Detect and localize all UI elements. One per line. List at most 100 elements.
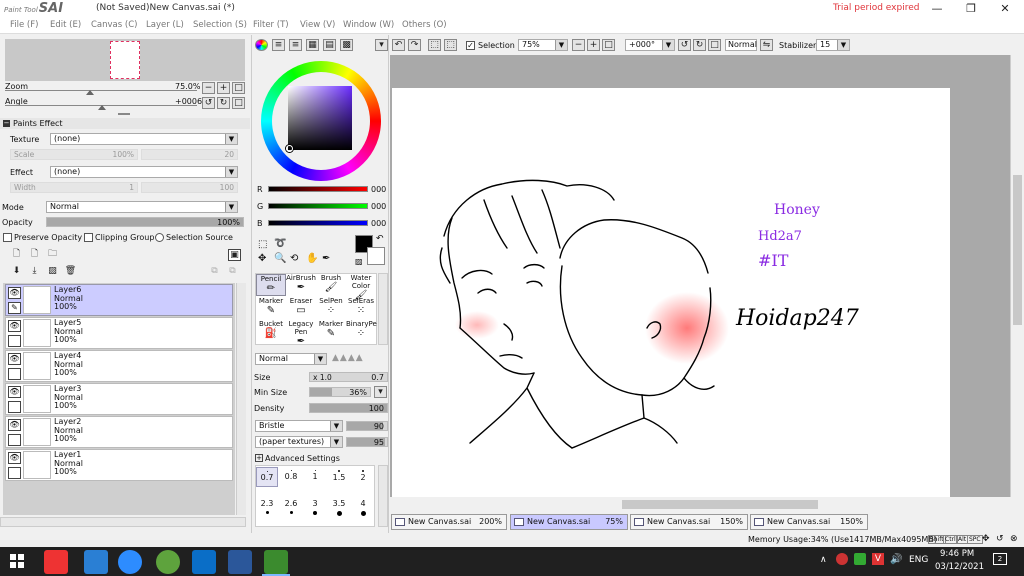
menu-layer[interactable]: Layer (L) xyxy=(146,20,184,30)
transparent-color-icon[interactable]: ▨ xyxy=(355,257,363,266)
merge-down-icon[interactable]: ⤓ xyxy=(28,266,41,278)
toolbar-angle-select[interactable]: +000° ▼ xyxy=(625,39,675,51)
eye-icon[interactable]: 👁 xyxy=(8,287,21,299)
layer-row-layer1[interactable]: 👁 Layer1 Normal 100% xyxy=(5,449,233,481)
layer-mode-select[interactable]: Normal ▼ xyxy=(46,201,238,213)
clipping-group-checkbox[interactable] xyxy=(84,233,93,242)
width-field[interactable]: Width 1 xyxy=(10,182,138,193)
bristle-slider[interactable]: 90 xyxy=(346,421,388,431)
rotate-reset-button[interactable]: □ xyxy=(232,97,245,109)
layer-list-scrollbar[interactable] xyxy=(236,283,246,515)
maximize-button[interactable]: ❐ xyxy=(954,0,988,18)
eye-icon[interactable]: 👁 xyxy=(8,353,21,365)
panel-menu-chevron-icon[interactable]: ▾ xyxy=(375,39,388,51)
tool-marker-2[interactable]: Marker ✎ xyxy=(316,320,346,342)
minimize-button[interactable]: — xyxy=(920,0,954,18)
blue-slider[interactable] xyxy=(268,220,368,226)
swap-colors-icon[interactable]: ↶ xyxy=(376,234,384,244)
toolbar-zoom-reset-button[interactable]: □ xyxy=(602,39,615,51)
close-button[interactable]: ✕ xyxy=(988,0,1022,18)
zoom-reset-button[interactable]: □ xyxy=(232,82,245,94)
delete-layer-icon[interactable]: 🗑 xyxy=(64,266,77,278)
hue-ring[interactable] xyxy=(261,61,381,181)
eyedropper-icon[interactable]: ✒ xyxy=(322,253,330,264)
menu-canvas[interactable]: Canvas (C) xyxy=(91,20,137,30)
notification-icon[interactable]: 2 xyxy=(993,553,1007,565)
rect-select-icon[interactable]: ⬚ xyxy=(258,239,267,250)
transfer-down-icon[interactable]: ⬇ xyxy=(10,266,23,278)
language-indicator[interactable]: ENG xyxy=(909,555,928,565)
menu-file[interactable]: File (F) xyxy=(10,20,38,30)
lock-box-icon[interactable] xyxy=(8,335,21,347)
selection-checkbox[interactable]: ✓ xyxy=(466,41,475,50)
zoom-slider-handle[interactable] xyxy=(86,90,94,95)
toolbar-blend-field[interactable]: Normal xyxy=(725,39,757,51)
clear-layer-icon[interactable]: ▨ xyxy=(46,266,59,278)
lock-box-icon[interactable] xyxy=(8,467,21,479)
layer-row-layer2[interactable]: 👁 Layer2 Normal 100% xyxy=(5,416,233,448)
menu-view[interactable]: View (V) xyxy=(300,20,335,30)
color-picker-handle[interactable] xyxy=(286,145,293,152)
tool-grid-scrollbar[interactable] xyxy=(378,273,388,345)
color-wheel-icon[interactable] xyxy=(255,39,268,51)
canvas-tab-3[interactable]: New Canvas.sai 150% xyxy=(630,514,748,530)
tray-app-icon[interactable] xyxy=(836,553,848,565)
tool-binary-pen[interactable]: BinaryPe ⁘ xyxy=(346,320,377,342)
tool-seleras[interactable]: SelEras ⁙ xyxy=(346,297,376,319)
secondary-color-swatch[interactable] xyxy=(367,247,385,265)
brush-size-0.8[interactable]: 0.8 xyxy=(280,467,302,487)
menu-window[interactable]: Window (W) xyxy=(343,20,394,30)
new-folder-icon[interactable]: 🗀 xyxy=(46,249,59,261)
scale-field[interactable]: Scale 100% xyxy=(10,149,138,160)
tool-airbrush[interactable]: AirBrush ✒ xyxy=(286,274,316,296)
panel-grip[interactable] xyxy=(118,113,130,115)
brush-size-2.3[interactable]: 2.3 xyxy=(256,499,278,519)
toolbar-zoom-select[interactable]: 75% ▼ xyxy=(518,39,568,51)
toolbar-rotate-left-button[interactable]: ↺ xyxy=(678,39,691,51)
tool-legacy-pen[interactable]: Legacy Pen ✒ xyxy=(286,320,316,347)
canvas-tab-4[interactable]: New Canvas.sai 150% xyxy=(750,514,868,530)
density-slider[interactable]: 100 xyxy=(309,403,388,413)
brush-size-1.5[interactable]: 1.5 xyxy=(328,467,350,487)
opacity-slider[interactable]: 100% xyxy=(46,217,244,227)
rotate-icon[interactable]: ⟲ xyxy=(290,253,298,264)
brush-shape-presets[interactable]: ▲▲▲▲ xyxy=(332,353,388,365)
texture-select[interactable]: (none) ▼ xyxy=(50,133,238,145)
tool-eraser[interactable]: Eraser ▭ xyxy=(286,297,316,319)
menu-selection[interactable]: Selection (S) xyxy=(193,20,247,30)
zalo-icon[interactable] xyxy=(192,550,216,574)
layer-mask-icon[interactable]: ▣ xyxy=(228,249,241,261)
invert-selection-icon[interactable]: ⬚ xyxy=(444,39,457,51)
canvas-tab-1[interactable]: New Canvas.sai 200% xyxy=(391,514,507,530)
lasso-icon[interactable]: ➰ xyxy=(274,238,286,249)
eye-icon[interactable]: 👁 xyxy=(8,320,21,332)
hand-icon[interactable]: ✋ xyxy=(306,253,318,264)
saturation-value-square[interactable] xyxy=(288,86,352,150)
layer-row-layer3[interactable]: 👁 Layer3 Normal 100% xyxy=(5,383,233,415)
rgb-slider-icon[interactable]: ≡ xyxy=(272,39,285,51)
bristle-select[interactable]: Bristle ▼ xyxy=(255,420,343,432)
brush-size-4[interactable]: 4 xyxy=(352,499,374,519)
redo-icon[interactable]: ↷ xyxy=(408,39,421,51)
new-vector-layer-icon[interactable]: 🗋 xyxy=(28,249,41,261)
lock-box-icon[interactable] xyxy=(8,434,21,446)
layer-row-layer6[interactable]: 👁 ✎ Layer6 Normal 100% xyxy=(5,284,233,316)
lock-box-icon[interactable] xyxy=(8,401,21,413)
layer-hscrollbar[interactable] xyxy=(0,517,246,527)
advanced-settings-label[interactable]: Advanced Settings xyxy=(265,454,340,463)
swatches-icon[interactable]: ▦ xyxy=(306,39,319,51)
menu-edit[interactable]: Edit (E) xyxy=(50,20,81,30)
lock-box-icon[interactable] xyxy=(8,368,21,380)
toolbar-rotate-right-button[interactable]: ↻ xyxy=(693,39,706,51)
hsv-slider-icon[interactable]: ≡ xyxy=(289,39,302,51)
palette-icon[interactable]: ▤ xyxy=(323,39,336,51)
clock-time[interactable]: 9:46 PM xyxy=(940,549,974,559)
brush-size-2[interactable]: 2 xyxy=(352,467,374,487)
tool-pencil[interactable]: Pencil ✏ xyxy=(256,274,286,296)
green-slider[interactable] xyxy=(268,203,368,209)
rotate-left-button[interactable]: ↺ xyxy=(202,97,215,109)
width-right-field[interactable]: 100 xyxy=(141,182,238,193)
tool-selpen[interactable]: SelPen ⁘ xyxy=(316,297,346,319)
pencil-lock-icon[interactable]: ✎ xyxy=(8,302,21,314)
zoom-icon[interactable]: 🔍 xyxy=(274,253,286,264)
